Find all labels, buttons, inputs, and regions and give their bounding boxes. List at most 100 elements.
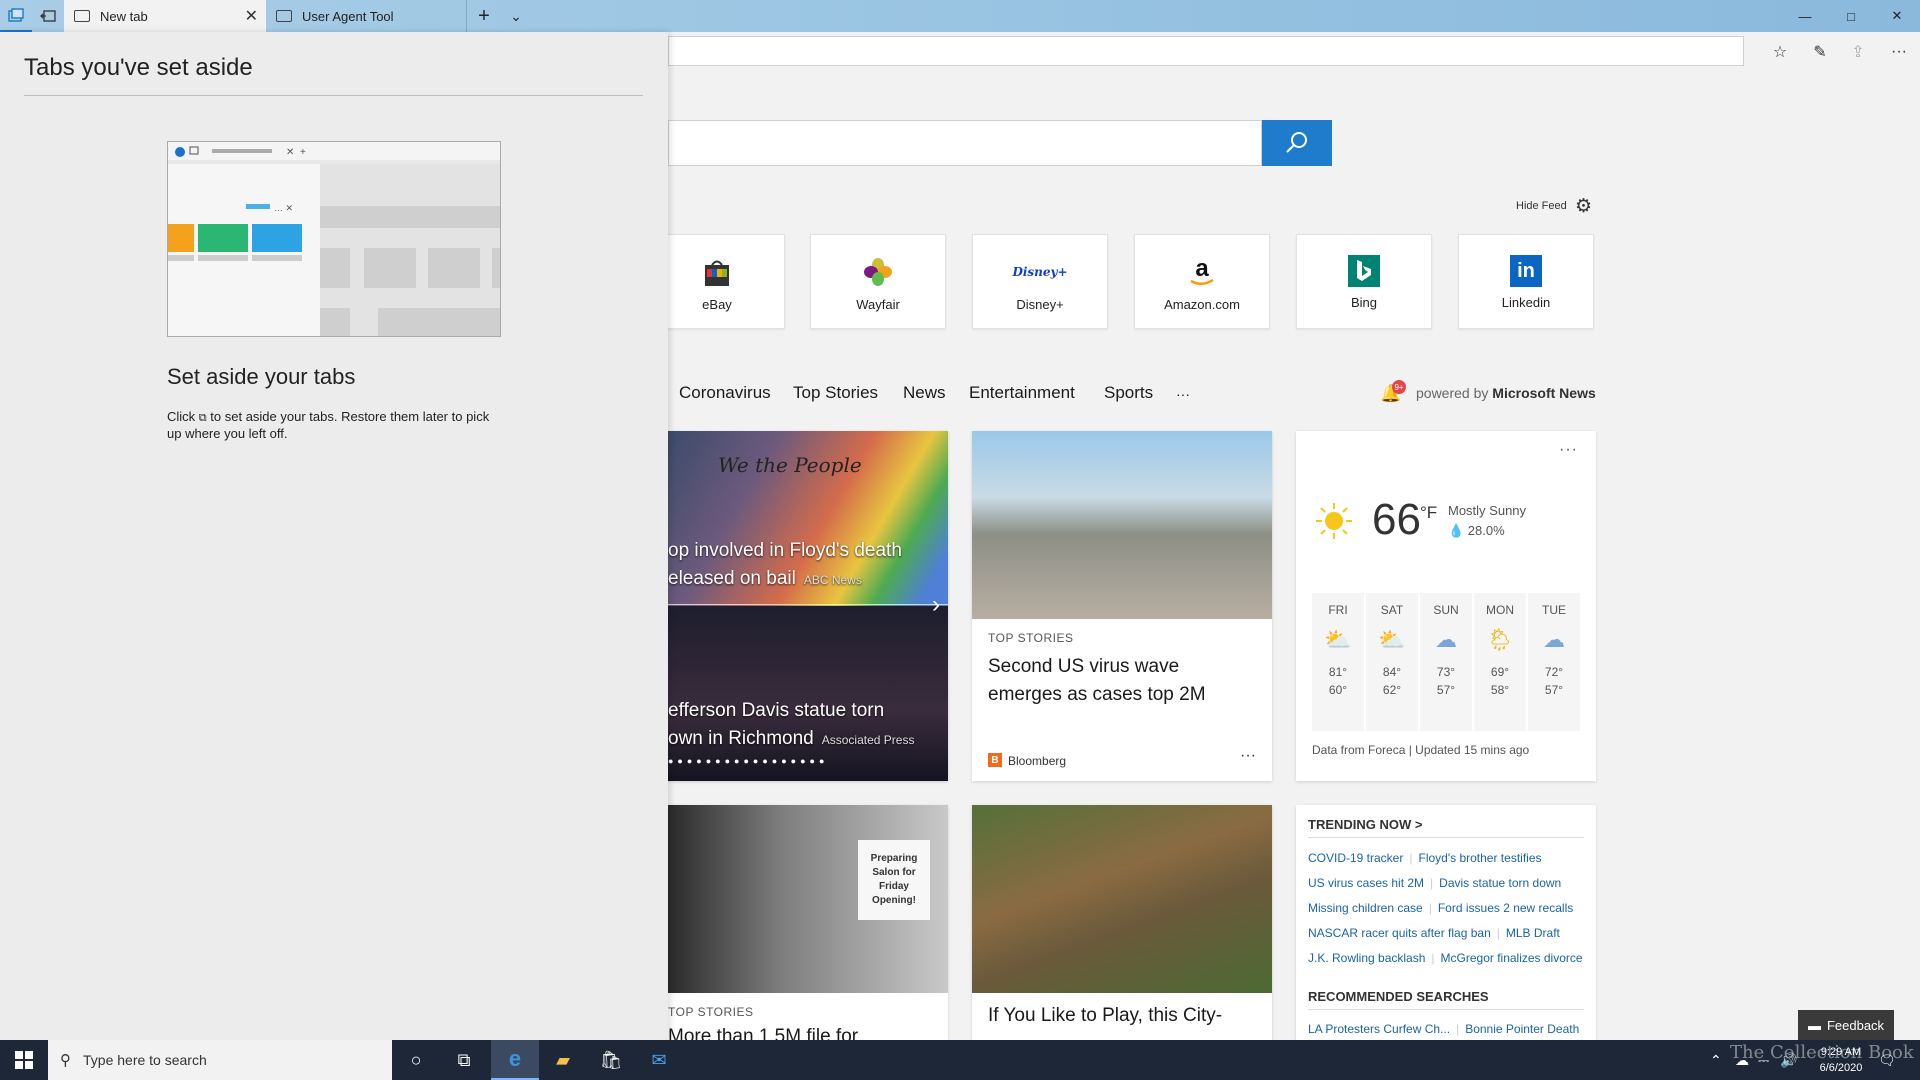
task-view-icon[interactable]: ⧉ [440,1040,488,1080]
precipitation: 💧 28.0% [1448,523,1505,538]
trending-link[interactable]: Davis statue torn down [1439,876,1561,890]
trending-card: TRENDING NOW > COVID-19 tracker | Floyd's … [1296,805,1596,1045]
tabs-set-aside-panel: Tabs you've set aside ✕ + … ✕ Set aside … [0,32,668,1040]
story-card-virus-wave[interactable]: TOP STORIES Second US virus wave emerges… [972,431,1272,781]
top-site-disney-plus[interactable]: Disney+ Disney+ [972,234,1108,329]
share-icon[interactable]: ⇪ [1843,40,1873,64]
story-title[interactable]: Second US virus wave emerges as cases to… [988,653,1258,709]
forecast-day[interactable]: SAT ⛅ 84° 62° [1366,593,1418,731]
story-more-button[interactable]: ··· [1240,747,1256,765]
address-bar[interactable] [668,36,1744,66]
trending-row: Missing children case | Ford issues 2 new … [1308,901,1574,915]
svg-text:+: + [300,147,306,158]
forecast-day[interactable]: TUE ☁ 72° 57° [1528,593,1580,731]
hide-feed-link[interactable]: Hide Feed [1516,200,1567,212]
feed-nav-news[interactable]: News [903,383,946,403]
top-site-ebay[interactable]: eBay [649,234,785,329]
trending-link[interactable]: McGregor finalizes divorce [1441,951,1583,965]
day-low: 57° [1436,683,1456,697]
next-slide-icon[interactable]: › [932,591,940,619]
powered-prefix: powered by [1416,385,1489,401]
hero-headline-2[interactable]: efferson Davis statue torn own in Richmo… [668,697,914,754]
feedback-button[interactable]: ▬ Feedback [1798,1010,1894,1040]
tab-list-dropdown[interactable]: ⌄ [500,0,532,32]
page-icon [276,10,292,22]
settings-more-icon[interactable]: ··· [1884,40,1914,64]
temperature-unit[interactable]: °F [1420,503,1437,523]
gear-icon[interactable]: ⚙ [1575,195,1592,218]
minimize-button[interactable]: — [1782,0,1828,32]
day-name: TUE [1542,603,1566,617]
maximize-button[interactable]: □ [1828,0,1874,32]
set-aside-desc-end: to set aside your tabs. Restore them lat… [167,409,490,441]
trending-link[interactable]: Missing children case [1308,901,1423,915]
windows-start-icon[interactable] [0,1040,48,1080]
day-name: FRI [1328,603,1348,617]
carousel-dots[interactable]: ●●●●●●●●●●●●●●●●● [668,756,828,766]
trending-link[interactable]: NASCAR racer quits after flag ban [1308,926,1491,940]
trending-heading[interactable]: TRENDING NOW > [1308,817,1422,832]
story-card-unemployment[interactable]: Preparing Salon for Friday Opening! TOP … [668,805,948,1045]
set-aside-desc-start: Click [167,409,196,424]
trending-link[interactable]: COVID-19 tracker [1308,851,1403,865]
weather-more-button[interactable]: ··· [1559,441,1578,459]
new-tab-button[interactable]: + [468,0,500,32]
svg-text:✕: ✕ [286,147,294,158]
favorites-icon[interactable]: ☆ [1765,40,1795,64]
forecast-day[interactable]: MON 🌦 69° 58° [1474,593,1526,731]
file-explorer-icon[interactable]: ▰ [539,1040,587,1080]
set-tabs-aside-icon[interactable] [32,0,64,32]
search-input[interactable] [668,120,1262,166]
trending-row: J.K. Rowling backlash | McGregor finalizes… [1308,951,1583,965]
forecast-day[interactable]: SUN ☁ 73° 57° [1420,593,1472,731]
top-site-wayfair[interactable]: Wayfair [810,234,946,329]
show-hidden-icons[interactable]: ⌃ [1710,1040,1722,1080]
hero-headline-1[interactable]: op involved in Floyd's death eleased on … [668,537,902,594]
edge-browser-icon[interactable]: e [491,1040,539,1080]
watermark-text: The Collection Book [1730,1042,1914,1063]
game-image [972,805,1272,993]
weather-footer[interactable]: Data from Foreca | Updated 15 mins ago [1312,743,1529,757]
top-site-linkedin[interactable]: in Linkedin [1458,234,1594,329]
tab-new-tab[interactable]: New tab ✕ [64,0,266,32]
top-site-amazon[interactable]: a Amazon.com [1134,234,1270,329]
store-icon[interactable]: 🛍 [587,1040,635,1080]
top-site-bing[interactable]: Bing [1296,234,1432,329]
hero-headline-2-line2: own in Richmond [668,728,814,749]
trending-link[interactable]: US virus cases hit 2M [1308,876,1424,890]
weather-card[interactable]: ··· 66 °F Mostly Sunny 💧 28.0% FRI ⛅ 81° 60… [1296,431,1596,781]
hero-carousel[interactable]: We the People op involved in Floyd's dea… [668,431,948,781]
close-tab-icon[interactable]: ✕ [245,6,258,26]
tab-user-agent-tool[interactable]: User Agent Tool [266,0,466,32]
day-high: 73° [1436,665,1456,679]
feed-nav-sports[interactable]: Sports [1104,383,1153,403]
trending-link[interactable]: MLB Draft [1506,926,1560,940]
trending-row: COVID-19 tracker | Floyd's brother testifi… [1308,851,1542,865]
feed-nav-more[interactable]: ··· [1176,386,1190,402]
hero-source-2: Associated Press [821,733,915,747]
cortana-icon[interactable]: ○ [392,1040,440,1080]
feed-nav-top-stories[interactable]: Top Stories [793,383,878,403]
feed-nav-coronavirus[interactable]: Coronavirus [679,383,771,403]
story-category: TOP STORIES [668,1005,754,1019]
story-card-city-game[interactable]: If You Like to Play, this City- [972,805,1272,1045]
hero-source-1: ABC News [803,573,862,587]
search-button[interactable] [1262,120,1332,166]
bloomberg-icon: B [988,753,1002,767]
set-aside-heading: Set aside your tabs [167,364,356,389]
day-low: 58° [1490,683,1510,697]
forecast-day[interactable]: FRI ⛅ 81° 60° [1312,593,1364,731]
trending-link[interactable]: Ford issues 2 new recalls [1438,901,1573,915]
close-window-button[interactable]: ✕ [1874,0,1920,32]
web-note-pen-icon[interactable]: ✎ [1805,40,1835,64]
recommended-link[interactable]: LA Protesters Curfew Ch... [1308,1022,1450,1036]
set-aside-tabs-icon[interactable] [0,0,32,32]
story-title[interactable]: If You Like to Play, this City- [988,1005,1222,1027]
trending-link[interactable]: Floyd's brother testifies [1418,851,1541,865]
taskbar-search-box[interactable]: ⚲ Type here to search [48,1040,392,1080]
mail-icon[interactable]: ✉ [635,1040,683,1080]
trending-link[interactable]: J.K. Rowling backlash [1308,951,1425,965]
rain-cloud-icon: ☁ [1435,627,1457,652]
recommended-link[interactable]: Bonnie Pointer Death [1465,1022,1579,1036]
feed-nav-entertainment[interactable]: Entertainment [969,383,1075,403]
